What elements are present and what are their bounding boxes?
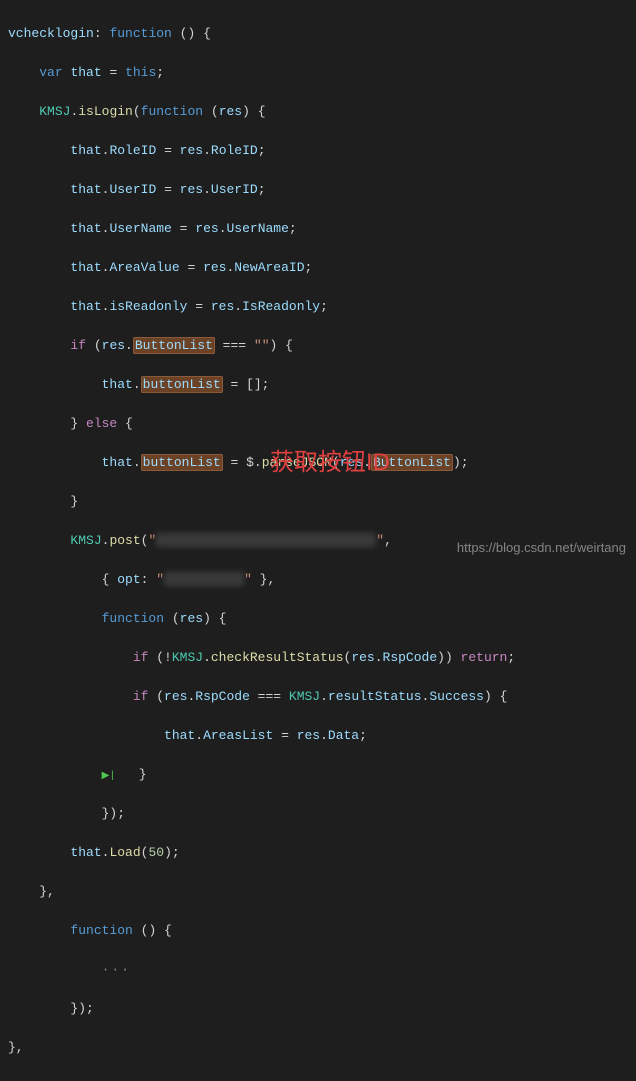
code-line: { opt: "" }, bbox=[0, 570, 636, 590]
property: RoleID bbox=[109, 143, 156, 158]
property: RspCode bbox=[195, 689, 250, 704]
code-line: function (res) { bbox=[0, 609, 636, 629]
keyword: function bbox=[70, 923, 132, 938]
identifier: that bbox=[70, 299, 101, 314]
identifier: that bbox=[102, 455, 133, 470]
identifier: res bbox=[340, 455, 363, 470]
code-line: }, bbox=[0, 1038, 636, 1058]
code-line: ▶| } bbox=[0, 765, 636, 785]
search-highlight: buttonList bbox=[141, 376, 223, 393]
code-line: if (res.RspCode === KMSJ.resultStatus.Su… bbox=[0, 687, 636, 707]
identifier: res bbox=[211, 299, 234, 314]
keyword: if bbox=[70, 338, 86, 353]
identifier: res bbox=[195, 221, 218, 236]
keyword: return bbox=[461, 650, 508, 665]
code-line: } bbox=[0, 492, 636, 512]
code-line: that.isReadonly = res.IsReadonly; bbox=[0, 297, 636, 317]
identifier: that bbox=[70, 182, 101, 197]
keyword: if bbox=[133, 689, 149, 704]
identifier: that bbox=[164, 728, 195, 743]
identifier: that bbox=[70, 221, 101, 236]
method: checkResultStatus bbox=[211, 650, 344, 665]
debug-play-icon[interactable]: ▶| bbox=[102, 771, 116, 782]
identifier: vchecklogin bbox=[8, 26, 94, 41]
property: AreaValue bbox=[109, 260, 179, 275]
property: RspCode bbox=[383, 650, 438, 665]
search-highlight: ButtonList bbox=[133, 337, 215, 354]
identifier: KMSJ bbox=[70, 533, 101, 548]
code-line: ··· bbox=[0, 960, 636, 980]
property: UserID bbox=[211, 182, 258, 197]
search-highlight: ButtonList bbox=[371, 454, 453, 471]
param: res bbox=[219, 104, 242, 119]
method: isLogin bbox=[78, 104, 133, 119]
code-editor[interactable]: vchecklogin: function () { var that = th… bbox=[0, 0, 636, 1081]
property: UserName bbox=[227, 221, 289, 236]
keyword: function bbox=[102, 611, 164, 626]
identifier: that bbox=[70, 143, 101, 158]
identifier: KMSJ bbox=[289, 689, 320, 704]
property: resultStatus bbox=[328, 689, 422, 704]
collapsed-indicator[interactable]: ··· bbox=[102, 962, 131, 977]
code-line: that.buttonList = $.parseJSON(res.Button… bbox=[0, 453, 636, 473]
code-line: } else { bbox=[0, 414, 636, 434]
property: IsReadonly bbox=[242, 299, 320, 314]
code-line: }, bbox=[0, 882, 636, 902]
keyword: if bbox=[133, 650, 149, 665]
identifier: res bbox=[297, 728, 320, 743]
keyword: function bbox=[141, 104, 203, 119]
property: UserName bbox=[109, 221, 171, 236]
property: UserID bbox=[109, 182, 156, 197]
method: Load bbox=[109, 845, 140, 860]
property: RoleID bbox=[211, 143, 258, 158]
property: NewAreaID bbox=[234, 260, 304, 275]
identifier: res bbox=[164, 689, 187, 704]
identifier: KMSJ bbox=[172, 650, 203, 665]
param: res bbox=[180, 611, 203, 626]
property: isReadonly bbox=[109, 299, 187, 314]
property: AreasList bbox=[203, 728, 273, 743]
identifier: that bbox=[70, 65, 101, 80]
code-line: that.RoleID = res.RoleID; bbox=[0, 141, 636, 161]
code-line: that.buttonList = []; bbox=[0, 375, 636, 395]
code-line: KMSJ.isLogin(function (res) { bbox=[0, 102, 636, 122]
keyword: else bbox=[86, 416, 117, 431]
method: post bbox=[109, 533, 140, 548]
code-line: KMSJ.post("", bbox=[0, 531, 636, 551]
keyword: this bbox=[125, 65, 156, 80]
code-line: that.Load(50); bbox=[0, 843, 636, 863]
keyword: function bbox=[109, 26, 171, 41]
code-line: vchecklogin: function () { bbox=[0, 24, 636, 44]
search-highlight: buttonList bbox=[141, 454, 223, 471]
identifier: res bbox=[203, 260, 226, 275]
number: 50 bbox=[148, 845, 164, 860]
string: "" bbox=[254, 338, 270, 353]
identifier: res bbox=[180, 143, 203, 158]
identifier: KMSJ bbox=[39, 104, 70, 119]
code-line: if (res.ButtonList === "") { bbox=[0, 336, 636, 356]
code-line: if (!KMSJ.checkResultStatus(res.RspCode)… bbox=[0, 648, 636, 668]
code-line: that.UserName = res.UserName; bbox=[0, 219, 636, 239]
identifier: res bbox=[351, 650, 374, 665]
code-line: that.AreaValue = res.NewAreaID; bbox=[0, 258, 636, 278]
property: Success bbox=[429, 689, 484, 704]
code-line: var that = this; bbox=[0, 63, 636, 83]
code-line: that.UserID = res.UserID; bbox=[0, 180, 636, 200]
identifier: res bbox=[180, 182, 203, 197]
property: opt bbox=[117, 572, 140, 587]
identifier: that bbox=[70, 260, 101, 275]
identifier: that bbox=[102, 377, 133, 392]
keyword: var bbox=[39, 65, 62, 80]
method: parseJSON bbox=[262, 455, 332, 470]
code-line: }); bbox=[0, 999, 636, 1019]
identifier: res bbox=[102, 338, 125, 353]
property: Data bbox=[328, 728, 359, 743]
code-line: function () { bbox=[0, 921, 636, 941]
identifier: that bbox=[70, 845, 101, 860]
code-line: that.AreasList = res.Data; bbox=[0, 726, 636, 746]
code-line: }); bbox=[0, 804, 636, 824]
